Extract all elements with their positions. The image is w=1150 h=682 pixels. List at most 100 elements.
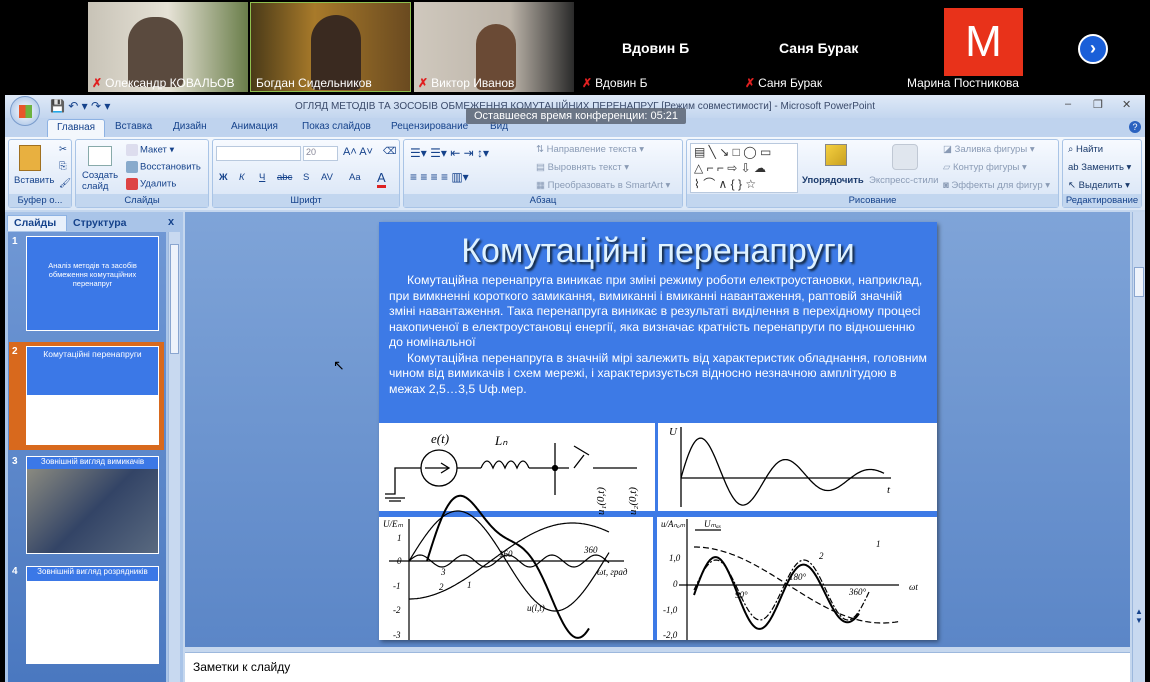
format-painter-icon[interactable]: 🖌: [59, 178, 71, 189]
shape-fill-button[interactable]: ◪ Заливка фигуры ▾: [943, 144, 1035, 155]
tab-slideshow[interactable]: Показ слайдов: [302, 121, 371, 132]
delete-slide-button[interactable]: Удалить: [126, 178, 176, 190]
paste-icon: [19, 145, 41, 171]
tab-insert[interactable]: Вставка: [115, 121, 152, 132]
office-button[interactable]: [10, 96, 40, 126]
grow-font-button[interactable]: A˄ A˅: [343, 146, 373, 158]
quick-access-toolbar[interactable]: 💾 ↶ ▾ ↷ ▾: [50, 99, 110, 113]
group-font: 20 A˄ A˅ ⌫ Ж К Ч abc S AV Aa A Шрифт: [212, 139, 400, 208]
tab-design[interactable]: Дизайн: [173, 121, 207, 132]
arrange-button[interactable]: Упорядочить: [802, 175, 864, 186]
scroll-thumb[interactable]: [170, 244, 179, 354]
help-icon[interactable]: ?: [1129, 121, 1141, 133]
mic-muted-icon: ✗: [745, 76, 756, 90]
tick: -1: [393, 581, 401, 591]
shadow-button[interactable]: S: [303, 172, 309, 183]
participant-name: Марина Постникова: [907, 76, 1019, 90]
slide-thumbnail-3[interactable]: Зовнішній вигляд вимикачів: [26, 456, 159, 554]
thumb-title: Аналіз методів та засобів обмеження кому…: [48, 261, 137, 288]
smartart-button[interactable]: ▦ Преобразовать в SmartArt ▾: [536, 180, 670, 191]
replace-button[interactable]: ab Заменить ▾: [1068, 162, 1131, 173]
notes-placeholder[interactable]: Заметки к слайду: [185, 653, 1130, 681]
overvoltage-waves-plot: [389, 494, 624, 640]
notes-pane[interactable]: Заметки к слайду: [185, 652, 1130, 682]
change-case-button[interactable]: Aa: [349, 172, 361, 183]
tab-animation[interactable]: Анимация: [231, 121, 278, 132]
tick: 360: [583, 545, 598, 555]
chevron-right-icon[interactable]: ›: [1078, 34, 1108, 64]
paste-button[interactable]: Вставить: [14, 175, 54, 186]
maximize-button[interactable]: ❐: [1093, 98, 1103, 111]
shapes-gallery[interactable]: ▤ ╲ ↘ □ ◯ ▭ △ ⌐ ⌐ ⇨ ⇩ ☁ ⌇ ⌒ ∧ { } ☆: [690, 143, 798, 193]
align-buttons[interactable]: ≡ ≡ ≡ ≡ ▥▾: [410, 170, 469, 184]
char-spacing-button[interactable]: AV: [321, 172, 333, 183]
slide-thumbnail-4[interactable]: Зовнішній вигляд розрядників: [26, 566, 159, 664]
main-scrollbar[interactable]: ▲ ▼: [1132, 212, 1145, 682]
italic-button[interactable]: К: [239, 172, 245, 183]
mic-muted-icon: ✗: [418, 76, 429, 90]
tick: -2: [393, 605, 401, 615]
participant-name: Вдовин Б: [595, 76, 648, 90]
smartart-icon: ▦: [536, 180, 548, 191]
shape-outline-button[interactable]: ▱ Контур фигуры ▾: [943, 162, 1027, 173]
close-button[interactable]: ✕: [1122, 98, 1131, 111]
group-editing: ⌕ Найти ab Заменить ▾ ↖ Выделить ▾ Редак…: [1062, 139, 1142, 208]
scroll-thumb[interactable]: [1134, 267, 1144, 297]
close-pane-button[interactable]: x: [168, 216, 174, 228]
quick-styles-icon: [892, 144, 918, 170]
tab-home[interactable]: Главная: [47, 119, 106, 137]
participant-name: Саня Бурак: [758, 76, 823, 90]
text-direction-button[interactable]: ⇅ Направление текста ▾: [536, 144, 644, 155]
participant-name: Богдан Сидельников: [256, 76, 372, 90]
slide-thumbnail-1[interactable]: Аналіз методів та засобів обмеження кому…: [26, 236, 159, 331]
delete-icon: [126, 178, 138, 190]
copy-icon[interactable]: ⎘: [59, 161, 67, 172]
tab-outline[interactable]: Структура: [69, 216, 130, 230]
tick: -3: [393, 630, 401, 640]
font-name-select[interactable]: [216, 146, 301, 161]
replace-icon: ab: [1068, 162, 1082, 173]
tab-slides[interactable]: Слайды: [7, 215, 67, 231]
current-slide[interactable]: Комутаційні перенапруги Комутаційна пере…: [379, 222, 937, 640]
reset-button[interactable]: Восстановить: [126, 161, 201, 173]
slide-thumbnail-2[interactable]: Комутаційні перенапруги: [26, 346, 159, 445]
prev-next-slide-buttons[interactable]: ▲ ▼: [1135, 607, 1143, 625]
label-u2: u₂(0,t): [627, 487, 639, 515]
minimize-button[interactable]: –: [1065, 98, 1071, 110]
select-button[interactable]: ↖ Выделить ▾: [1068, 180, 1130, 191]
axis-label: u/Aₙₒₘ: [661, 519, 686, 529]
arrange-icon: [825, 144, 847, 166]
damped-oscillation-plot: [680, 427, 891, 507]
list-buttons[interactable]: ☰▾ ☰▾ ⇤ ⇥ ↕▾: [410, 146, 489, 160]
binoculars-icon: ⌕: [1068, 144, 1076, 155]
slide-title: Комутаційні перенапруги: [461, 232, 855, 270]
axis-label: ωt: [909, 582, 918, 592]
tick: 180°: [789, 572, 807, 582]
font-size-select[interactable]: 20: [303, 146, 338, 161]
curve-label: u(l,t): [527, 603, 545, 613]
quick-styles-button[interactable]: Экспресс-стили: [869, 175, 938, 186]
align-text-icon: ▤: [536, 162, 548, 173]
participant-name: Виктор Иванов: [431, 76, 515, 90]
underline-button[interactable]: Ч: [259, 172, 265, 183]
bold-button[interactable]: Ж: [219, 172, 228, 183]
layout-icon: [126, 144, 138, 156]
slide-number: 2: [12, 346, 18, 357]
strikethrough-button[interactable]: abc: [277, 172, 292, 183]
font-color-button[interactable]: A: [377, 170, 386, 188]
tick: 0: [397, 556, 402, 566]
shape-effects-button[interactable]: ◙ Эффекты для фигур ▾: [943, 180, 1050, 191]
tick: -2,0: [663, 630, 678, 640]
thumb-title: Зовнішній вигляд вимикачів: [40, 457, 145, 466]
thumb-photo: [27, 469, 158, 553]
new-slide-button[interactable]: Создать слайд: [82, 170, 122, 192]
find-button[interactable]: ⌕ Найти: [1068, 144, 1103, 155]
clear-format-button[interactable]: ⌫: [383, 146, 396, 157]
align-text-button[interactable]: ▤ Выровнять текст ▾: [536, 162, 629, 173]
slides-scrollbar[interactable]: [168, 232, 180, 682]
shape-outline-icon: ▱: [943, 162, 953, 173]
layout-button[interactable]: Макет ▾: [126, 144, 174, 156]
slide-number: 4: [12, 566, 18, 577]
tab-review[interactable]: Рецензирование: [391, 121, 468, 132]
cut-icon[interactable]: ✂: [59, 144, 67, 155]
